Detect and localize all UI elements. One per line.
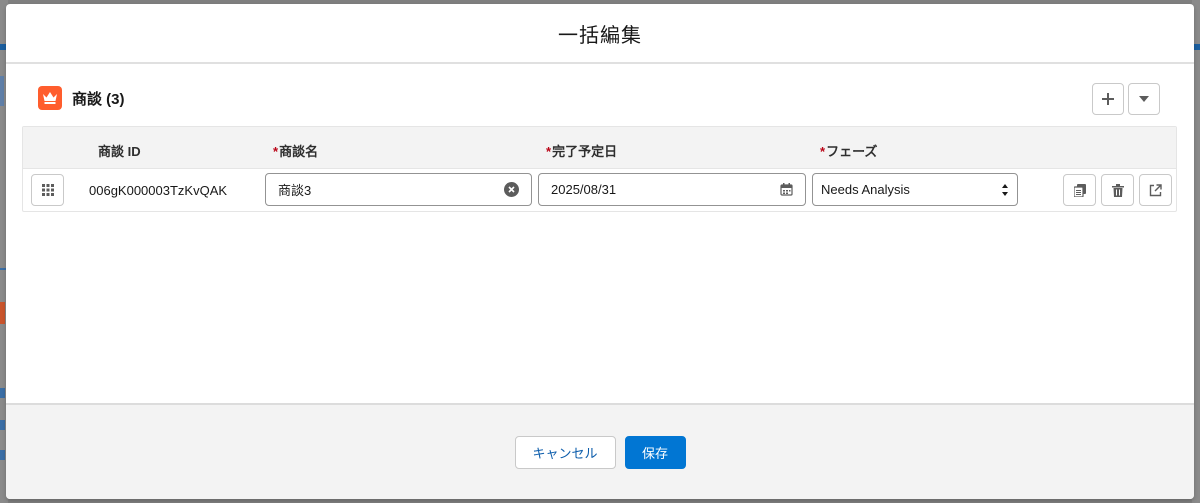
card-header: 商談 (3) — [38, 86, 125, 110]
copy-icon — [1073, 183, 1086, 197]
stage-value: Needs Analysis — [821, 182, 910, 197]
column-header-name: *商談名 — [273, 144, 319, 159]
delete-row-button[interactable] — [1101, 174, 1134, 206]
clear-icon[interactable] — [504, 182, 519, 197]
column-header-close-date: *完了予定日 — [546, 144, 618, 159]
stage-select[interactable]: Needs Analysis — [812, 173, 1018, 206]
copy-row-button[interactable] — [1063, 174, 1096, 206]
save-button[interactable]: 保存 — [624, 435, 686, 469]
card-header-actions — [1092, 83, 1160, 115]
table-row: 006gK000003TzKvQAK 商談3 2025/08/31 Needs … — [23, 169, 1176, 211]
cancel-button[interactable]: キャンセル — [514, 435, 616, 469]
column-header-id: 商談 ID — [98, 144, 141, 159]
open-record-button[interactable] — [1139, 174, 1172, 206]
crown-icon — [38, 86, 62, 110]
row-drag-handle[interactable] — [31, 174, 64, 206]
close-date-value: 2025/08/31 — [551, 182, 617, 197]
modal-header: 一括編集 — [6, 4, 1194, 64]
grid-icon — [41, 184, 54, 196]
close-date-input[interactable]: 2025/08/31 — [538, 173, 806, 206]
external-link-icon — [1149, 183, 1162, 196]
plus-icon — [1102, 93, 1114, 105]
caret-down-icon — [1139, 96, 1149, 102]
opportunity-name-input[interactable]: 商談3 — [265, 173, 532, 206]
column-header-stage: *フェーズ — [820, 144, 878, 159]
opportunity-name-value: 商談3 — [278, 183, 312, 198]
row-actions — [1063, 174, 1172, 206]
bulk-edit-modal: 一括編集 商談 (3) 商談 ID *商談名 *完了予定日 *フェーズ 006g… — [6, 4, 1194, 499]
bulk-edit-table: 商談 ID *商談名 *完了予定日 *フェーズ 006gK000003TzKvQ… — [22, 126, 1177, 212]
add-row-button[interactable] — [1092, 83, 1124, 115]
more-actions-button[interactable] — [1128, 83, 1160, 115]
card-title: 商談 (3) — [72, 90, 125, 108]
modal-footer: キャンセル 保存 — [6, 403, 1194, 499]
trash-icon — [1111, 183, 1124, 197]
select-arrows-icon — [1002, 183, 1008, 196]
table-header: 商談 ID *商談名 *完了予定日 *フェーズ — [23, 127, 1176, 169]
record-id: 006gK000003TzKvQAK — [89, 183, 228, 198]
modal-title: 一括編集 — [558, 24, 642, 47]
calendar-icon[interactable] — [780, 183, 793, 196]
